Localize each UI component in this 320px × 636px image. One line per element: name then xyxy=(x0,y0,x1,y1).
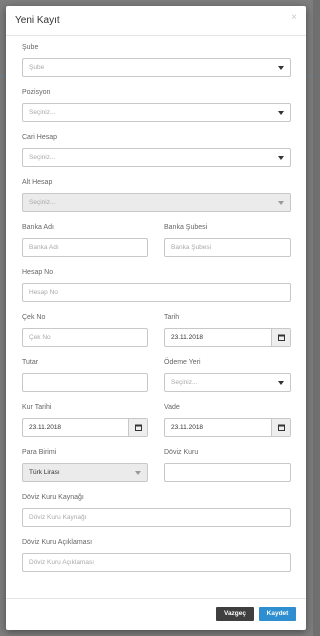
banka-subesi-label: Banka Şubesi xyxy=(164,224,208,231)
banka-adi-label: Banka Adı xyxy=(22,224,54,231)
calendar-icon[interactable] xyxy=(271,329,290,346)
hesap-no-input[interactable]: Hesap No xyxy=(22,283,291,302)
doviz-kuru-input[interactable] xyxy=(164,463,291,482)
odeme-yeri-label: Ödeme Yeri xyxy=(164,359,201,366)
chevron-down-icon xyxy=(278,66,284,70)
kur-tarihi-value: 23.11.2018 xyxy=(29,424,62,431)
close-icon[interactable]: × xyxy=(291,12,297,23)
pozisyon-label: Pozisyon xyxy=(22,89,51,96)
banka-subesi-placeholder: Banka Şubesi xyxy=(171,244,212,251)
doviz-kuru-kaynagi-label: Döviz Kuru Kaynağı xyxy=(22,494,84,501)
doviz-kuru-label: Döviz Kuru xyxy=(164,449,199,456)
tarih-label: Tarih xyxy=(164,314,180,321)
chevron-down-icon xyxy=(278,201,284,205)
odeme-yeri-placeholder: Seçiniz... xyxy=(171,379,198,386)
hesap-no-placeholder: Hesap No xyxy=(29,289,58,296)
banka-subesi-input[interactable]: Banka Şubesi xyxy=(164,238,291,257)
tutar-label: Tutar xyxy=(22,359,39,366)
doviz-kuru-kaynagi-input[interactable]: Döviz Kuru Kaynağı xyxy=(22,508,291,527)
modal-footer-divider xyxy=(6,598,306,599)
chevron-down-icon xyxy=(278,156,284,160)
kur-tarihi-input[interactable]: 23.11.2018 xyxy=(22,418,148,437)
sube-select[interactable]: Şube xyxy=(22,58,291,77)
cek-no-input[interactable]: Çek No xyxy=(22,328,148,347)
vade-value: 23.11.2018 xyxy=(171,424,204,431)
cek-no-placeholder: Çek No xyxy=(29,334,51,341)
alt-hesap-label: Alt Hesap xyxy=(22,179,53,186)
chevron-down-icon xyxy=(135,471,141,475)
cancel-button[interactable]: Vazgeç xyxy=(216,607,254,621)
banka-adi-input[interactable]: Banka Adı xyxy=(22,238,148,257)
banka-adi-placeholder: Banka Adı xyxy=(29,244,59,251)
sube-label: Şube xyxy=(22,44,39,51)
chevron-down-icon xyxy=(278,381,284,385)
cari-hesap-placeholder: Seçiniz... xyxy=(29,154,56,161)
sube-placeholder: Şube xyxy=(29,64,45,71)
chevron-down-icon xyxy=(278,111,284,115)
para-birimi-value: Türk Lirası xyxy=(29,469,60,476)
modal-title: Yeni Kayıt xyxy=(15,15,60,26)
pozisyon-placeholder: Seçiniz... xyxy=(29,109,56,116)
vade-label: Vade xyxy=(164,404,180,411)
tarih-input[interactable]: 23.11.2018 xyxy=(164,328,291,347)
vade-input[interactable]: 23.11.2018 xyxy=(164,418,291,437)
save-button[interactable]: Kaydet xyxy=(259,607,296,621)
doviz-kuru-kaynagi-placeholder: Döviz Kuru Kaynağı xyxy=(29,514,87,521)
para-birimi-select: Türk Lirası xyxy=(22,463,148,482)
alt-hesap-select: Seçiniz... xyxy=(22,193,291,212)
cek-no-label: Çek No xyxy=(22,314,46,321)
hesap-no-label: Hesap No xyxy=(22,269,54,276)
odeme-yeri-select[interactable]: Seçiniz... xyxy=(164,373,291,392)
kur-tarihi-label: Kur Tarihi xyxy=(22,404,52,411)
tutar-input[interactable] xyxy=(22,373,148,392)
modal-header: Yeni Kayıt × xyxy=(6,6,306,36)
pozisyon-select[interactable]: Seçiniz... xyxy=(22,103,291,122)
calendar-icon[interactable] xyxy=(128,419,147,436)
new-record-modal: Yeni Kayıt × Şube Şube Pozisyon Seçiniz.… xyxy=(6,6,306,630)
cari-hesap-label: Cari Hesap xyxy=(22,134,58,141)
doviz-kuru-aciklamasi-label: Döviz Kuru Açıklaması xyxy=(22,539,93,546)
doviz-kuru-aciklamasi-placeholder: Döviz Kuru Açıklaması xyxy=(29,559,95,566)
cari-hesap-select[interactable]: Seçiniz... xyxy=(22,148,291,167)
tarih-value: 23.11.2018 xyxy=(171,334,204,341)
doviz-kuru-aciklamasi-input[interactable]: Döviz Kuru Açıklaması xyxy=(22,553,291,572)
para-birimi-label: Para Birimi xyxy=(22,449,57,456)
alt-hesap-placeholder: Seçiniz... xyxy=(29,199,56,206)
calendar-icon[interactable] xyxy=(271,419,290,436)
